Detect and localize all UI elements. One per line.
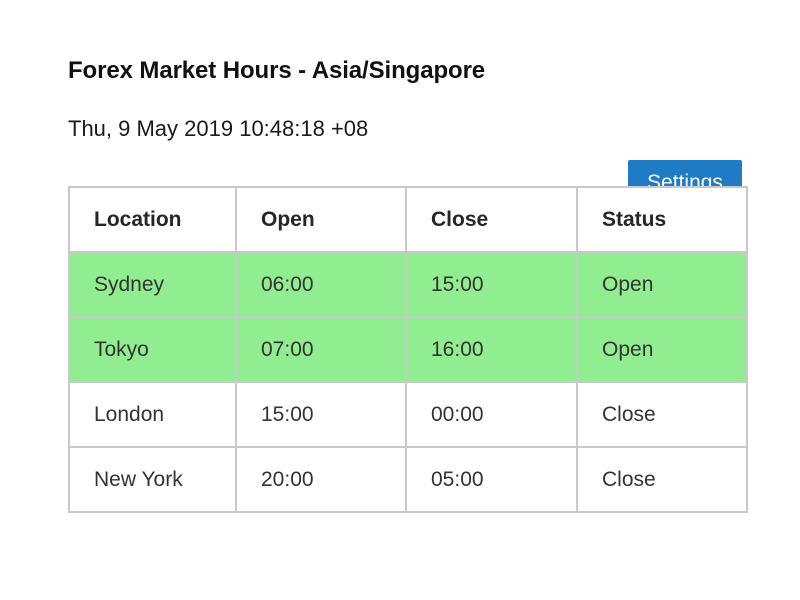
table-row: London 15:00 00:00 Close <box>70 383 746 446</box>
cell-open: 07:00 <box>237 318 405 381</box>
cell-close: 05:00 <box>407 448 576 511</box>
cell-close: 16:00 <box>407 318 576 381</box>
table-body: Sydney 06:00 15:00 Open Tokyo 07:00 16:0… <box>70 253 746 511</box>
header-section: Forex Market Hours - Asia/Singapore Thu,… <box>68 54 742 206</box>
cell-location: Tokyo <box>70 318 235 381</box>
status-badge: Close <box>578 383 746 446</box>
cell-open: 20:00 <box>237 448 405 511</box>
status-badge: Open <box>578 318 746 381</box>
cell-location: London <box>70 383 235 446</box>
status-badge: Open <box>578 253 746 316</box>
cell-open: 06:00 <box>237 253 405 316</box>
cell-location: Sydney <box>70 253 235 316</box>
page-title: Forex Market Hours - Asia/Singapore <box>68 57 486 84</box>
header-controls-row: Thu, 9 May 2019 10:48:18 +08 Settings <box>68 100 742 206</box>
table-row: New York 20:00 05:00 Close <box>70 448 746 511</box>
column-header-close[interactable]: Close <box>407 188 576 251</box>
column-header-location[interactable]: Location <box>70 188 235 251</box>
market-hours-table: Location Open Close Status Sydney 06:00 … <box>68 186 748 513</box>
column-header-status[interactable]: Status <box>578 188 746 251</box>
cell-location: New York <box>70 448 235 511</box>
table-row: Sydney 06:00 15:00 Open <box>70 253 746 316</box>
cell-close: 00:00 <box>407 383 576 446</box>
table-header: Location Open Close Status <box>70 188 746 251</box>
table-header-row: Location Open Close Status <box>70 188 746 251</box>
table-row: Tokyo 07:00 16:00 Open <box>70 318 746 381</box>
status-badge: Close <box>578 448 746 511</box>
cell-open: 15:00 <box>237 383 405 446</box>
current-time-label: Thu, 9 May 2019 10:48:18 +08 <box>68 116 369 141</box>
cell-close: 15:00 <box>407 253 576 316</box>
forex-market-hours-page: Forex Market Hours - Asia/Singapore Thu,… <box>0 0 800 600</box>
column-header-open[interactable]: Open <box>237 188 405 251</box>
